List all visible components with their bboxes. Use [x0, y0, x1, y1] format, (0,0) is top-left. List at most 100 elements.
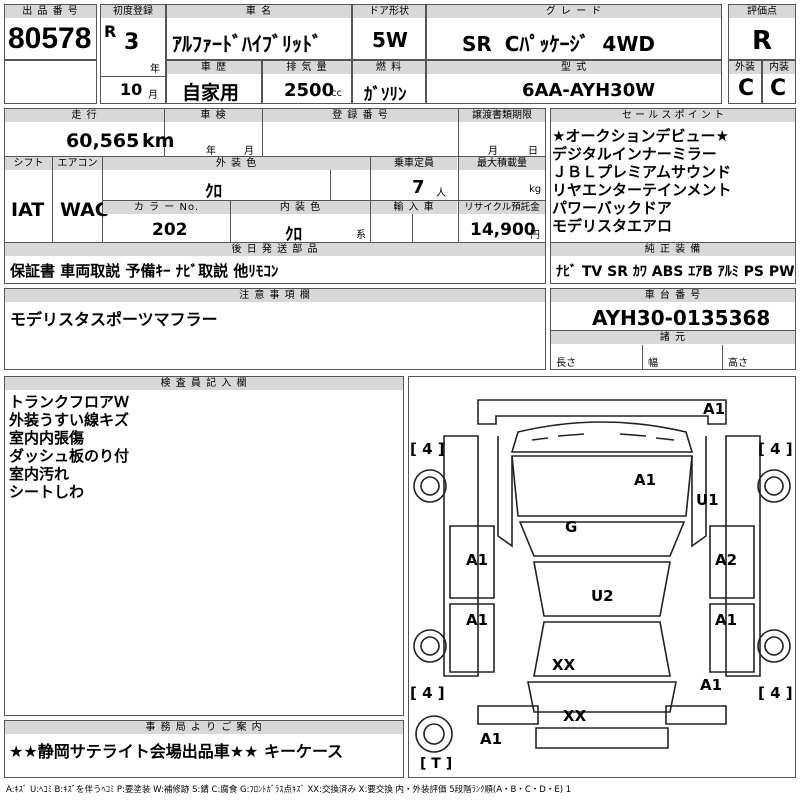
mark-left-rear-door: A1: [466, 611, 489, 629]
displacement: 2500: [284, 80, 335, 101]
inspection-year-unit: 年: [206, 146, 216, 157]
score-label: 評価点: [729, 5, 795, 18]
inspector-line: シートしわ: [9, 483, 85, 501]
selling-point: デジタルインナーミラー: [552, 145, 717, 163]
mark-front-left: A1: [480, 730, 503, 748]
spare-tire: [ T ]: [420, 756, 453, 772]
car-name-label: 車 名: [167, 5, 351, 18]
exterior-score: C: [738, 76, 755, 101]
notes-text: モデリスタスポーツマフラー: [10, 310, 218, 329]
inspector-line: 室内汚れ: [9, 465, 70, 483]
displacement-label: 排 気 量: [263, 61, 351, 74]
office-label: 事 務 局 よ り ご 案 内: [5, 721, 403, 734]
lot-number-label: 出 品 番 号: [5, 5, 96, 18]
tire-rear-left: [ 4 ]: [410, 684, 445, 702]
import-label: 輸 入 車: [371, 201, 457, 214]
selling-point: パワーバックドア: [552, 199, 672, 217]
transfer-month-unit: 月: [488, 146, 498, 157]
mark-right-front-door: A2: [715, 551, 738, 569]
inspection-label: 車 検: [165, 109, 262, 122]
mark-right-upper: U1: [696, 491, 719, 509]
interior-label: 内装: [763, 61, 795, 74]
mileage-label: 走 行: [5, 109, 164, 122]
displacement-unit: cc: [331, 88, 342, 99]
selling-points-label: セ ー ル ス ポ イ ン ト: [551, 109, 795, 122]
mark-floor: U2: [591, 587, 614, 605]
selling-point: リヤエンターテインメント: [552, 181, 732, 199]
inspection-month-unit: 月: [244, 146, 254, 157]
inspector-notes: トランクフロアＷ 外装うすい線キズ 室内内張傷 ダッシュ板のり付 室内汚れ シー…: [9, 393, 129, 501]
inspector-label: 検 査 員 記 入 欄: [5, 377, 403, 390]
mark-front-bumper: XX: [563, 707, 587, 725]
color-number: 202: [152, 220, 188, 240]
selling-point: モデリスタエアロ: [552, 217, 673, 235]
chassis-label: 車 台 番 号: [551, 289, 795, 302]
inspector-line: ダッシュ板のり付: [9, 447, 130, 465]
exterior-label: 外装: [729, 61, 761, 74]
chassis-number: AYH30-0135368: [592, 306, 771, 330]
inspector-line: 外装うすい線キズ: [9, 411, 130, 429]
selling-point: ★オークションデビュー★: [552, 127, 729, 145]
first-registration-label: 初度登録: [101, 5, 165, 18]
shift: IAT: [11, 199, 45, 221]
car-name: ｱﾙﾌｧｰﾄﾞﾊｲﾌﾞﾘｯﾄﾞ: [172, 32, 322, 56]
max-load-label: 最大積載量: [459, 157, 545, 170]
legend: A:ｷｽﾞ U:ﾍｺﾐ B:ｷｽﾞを伴うﾍｺﾐ P:要塗装 W:補修跡 S:錆 …: [6, 785, 572, 795]
lot-number-extra: [4, 60, 97, 104]
history-label: 車 歴: [167, 61, 261, 74]
max-load-unit: kg: [529, 184, 542, 195]
mark-right-lower: A1: [700, 676, 723, 694]
fuel-label: 燃 料: [353, 61, 425, 74]
later-parts-label: 後 日 発 送 部 品: [5, 243, 545, 256]
mileage-unit: km: [142, 130, 175, 152]
car-diagram: [413, 399, 791, 753]
reg-year-unit: 年: [150, 64, 160, 75]
capacity-unit: 人: [436, 188, 446, 199]
equipment-label: 純 正 装 備: [551, 243, 795, 256]
lot-number: 80578: [8, 22, 92, 55]
width-label: 幅: [648, 358, 658, 369]
history: 自家用: [182, 82, 240, 104]
door-type: 5W: [372, 28, 408, 52]
notes-label: 注 意 事 項 欄: [5, 289, 545, 302]
grade-label: グ レ ー ド: [427, 5, 721, 18]
tire-front-left: [ 4 ]: [410, 440, 445, 458]
recycle-fee: 14,900: [470, 220, 536, 240]
grade: SR Cﾊﾟｯｹｰｼﾞ 4WD: [462, 32, 655, 56]
equipment-items: ﾅﾋﾞ TV SR ｶﾜ ABS ｴｱB ｱﾙﾐ PS PW: [556, 264, 795, 280]
transfer-label: 譲渡書類期限: [459, 109, 545, 122]
color-no-label: カ ラ ー No.: [103, 201, 230, 214]
selling-point: ＪＢＬプレミアムサウンド: [552, 163, 731, 181]
height-label: 高さ: [728, 358, 748, 369]
mark-rear-top: A1: [703, 400, 726, 418]
model-label: 型 式: [427, 61, 721, 74]
capacity: 7: [412, 177, 425, 198]
tire-rear-right: [ 4 ]: [758, 684, 793, 702]
exterior-color: ｸﾛ: [205, 182, 222, 202]
mark-right-rear-door: A1: [715, 611, 738, 629]
transfer-day-unit: 日: [528, 146, 538, 157]
capacity-label: 乗車定員: [371, 157, 457, 170]
mark-rear-roof: XX: [552, 656, 576, 674]
int-color-label: 内 装 色: [231, 201, 370, 214]
shift-label: シフト: [5, 157, 52, 170]
door-label: ドア形状: [353, 5, 425, 18]
interior-score: C: [770, 76, 787, 101]
recycle-label: リサイクル預託金: [459, 201, 545, 214]
mileage: 60,565: [66, 130, 140, 152]
later-parts: 保証書 車両取説 予備ｷｰ ﾅﾋﾞ取説 他ﾘﾓｺﾝ: [10, 262, 279, 280]
reg-month-unit: 月: [148, 90, 158, 101]
ac-label: エアコン: [53, 157, 102, 170]
inspector-line: 室内内張傷: [9, 429, 85, 447]
mark-left-front-door: A1: [466, 551, 489, 569]
ext-color-label: 外 装 色: [103, 157, 370, 170]
office-text: ★★静岡サテライト会場出品車★★ キーケース: [9, 742, 344, 761]
mark-glass: G: [565, 518, 578, 536]
reg-month: 10: [120, 80, 143, 99]
era: R: [104, 22, 117, 41]
reg-year: 3: [124, 30, 140, 55]
registration-label: 登 録 番 号: [263, 109, 458, 122]
selling-points-list: ★オークションデビュー★ デジタルインナーミラー ＪＢＬプレミアムサウンド リヤ…: [552, 127, 794, 235]
air-conditioner: WAC: [60, 199, 109, 221]
evaluation-score: R: [752, 26, 773, 56]
